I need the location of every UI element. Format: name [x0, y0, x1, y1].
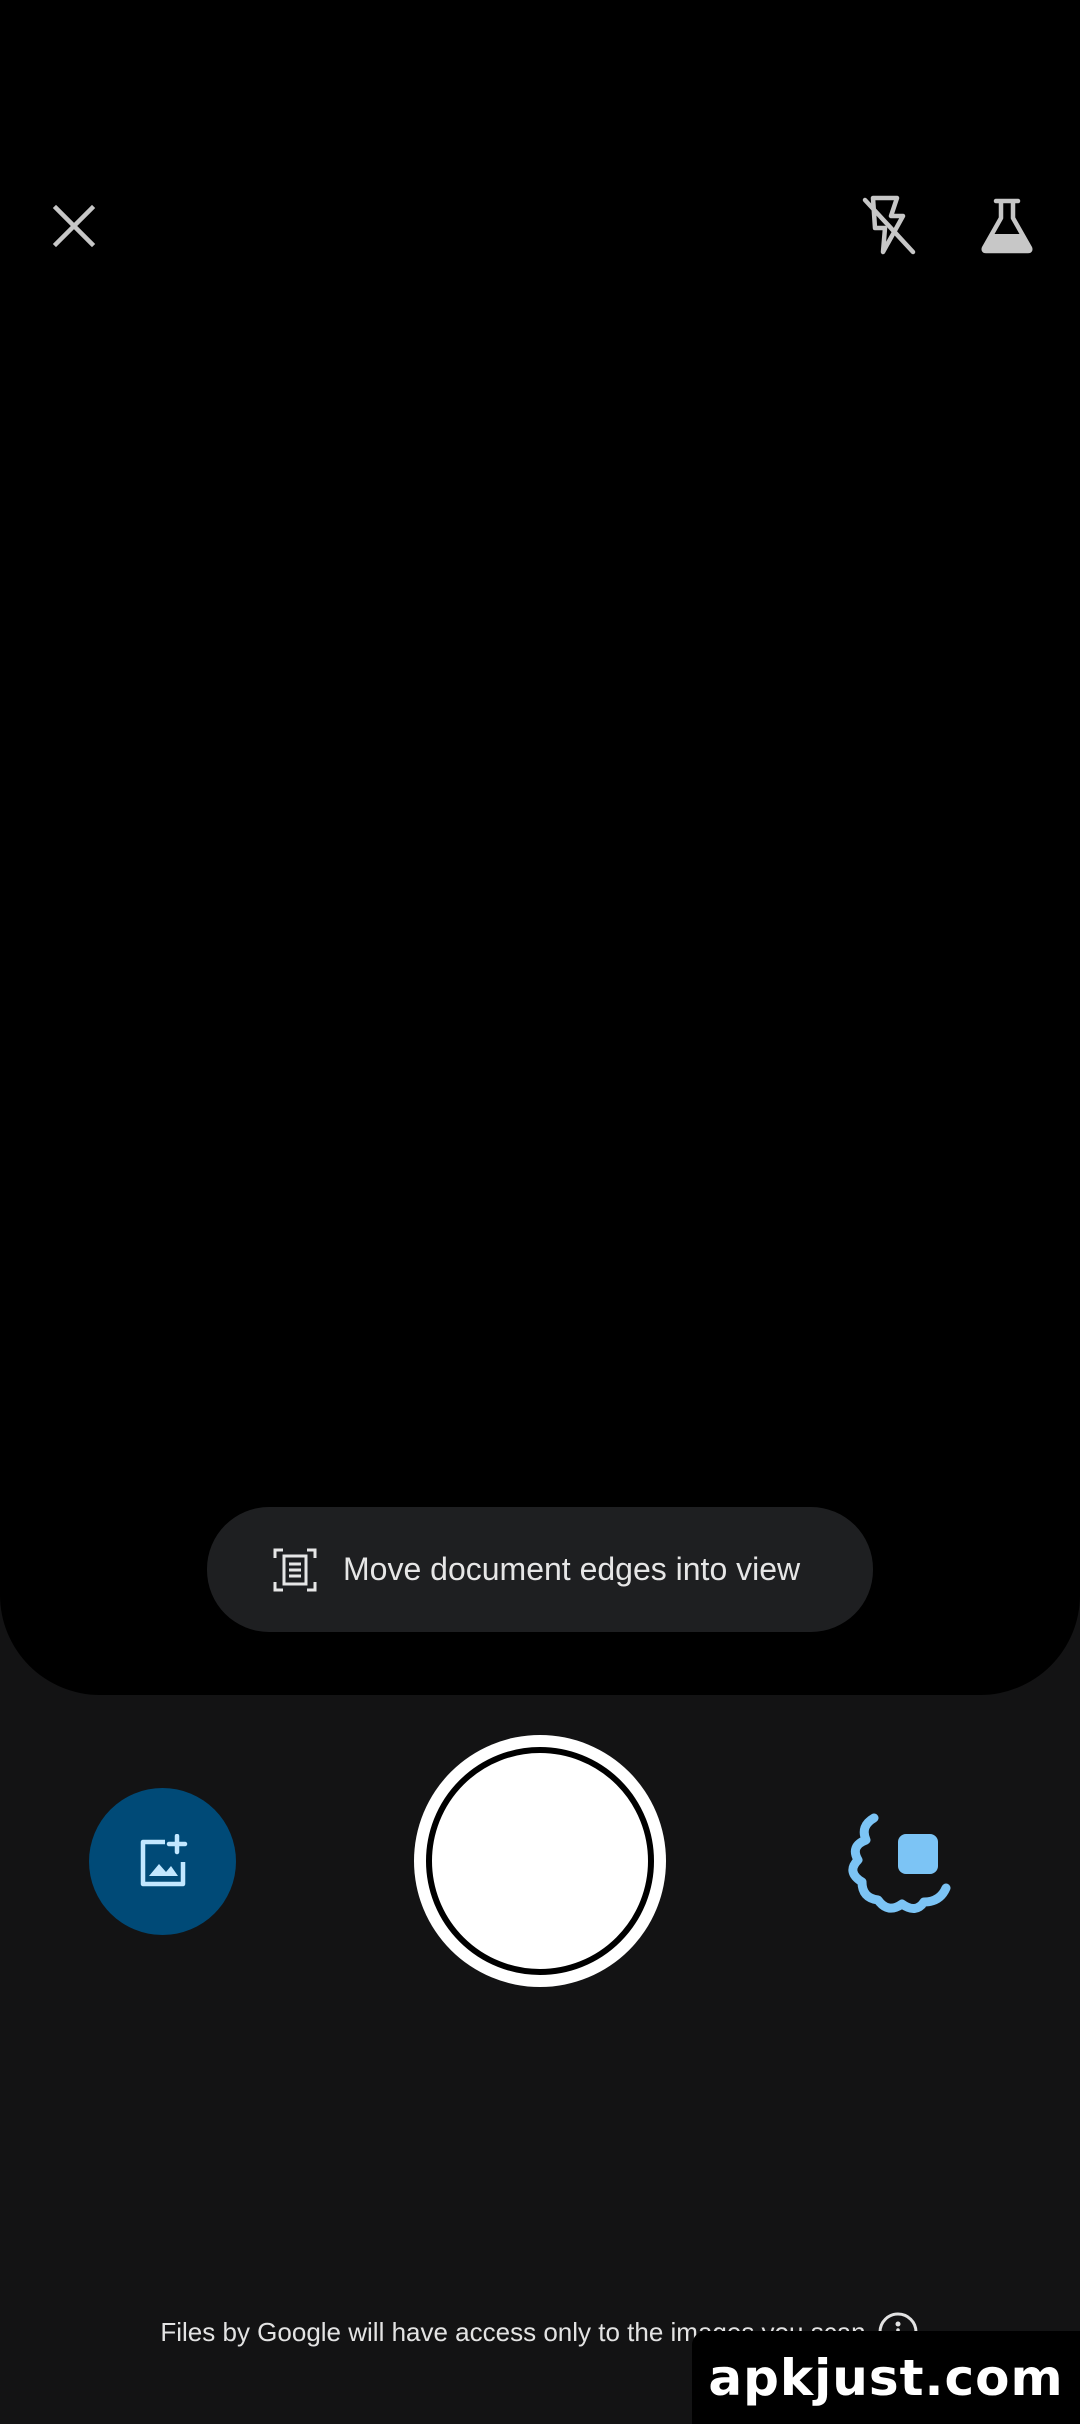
document-scan-icon [271, 1546, 319, 1594]
shutter-inner-ring [426, 1747, 654, 1975]
flash-off-icon [862, 195, 916, 255]
import-from-gallery-button[interactable] [89, 1788, 236, 1935]
flask-icon [981, 198, 1033, 254]
auto-capture-toggle[interactable] [836, 1800, 976, 1940]
hint-text: Move document edges into view [343, 1551, 801, 1587]
flash-toggle-button[interactable] [844, 181, 934, 271]
close-button[interactable] [29, 181, 119, 271]
watermark: apkjust.com [692, 2331, 1080, 2424]
add-photo-icon [140, 1833, 187, 1886]
labs-button[interactable] [962, 181, 1052, 271]
shutter-button[interactable] [414, 1735, 666, 1987]
hint-banner: Move document edges into view [207, 1507, 873, 1632]
close-icon [52, 204, 96, 248]
auto-capture-icon [848, 1813, 951, 1913]
